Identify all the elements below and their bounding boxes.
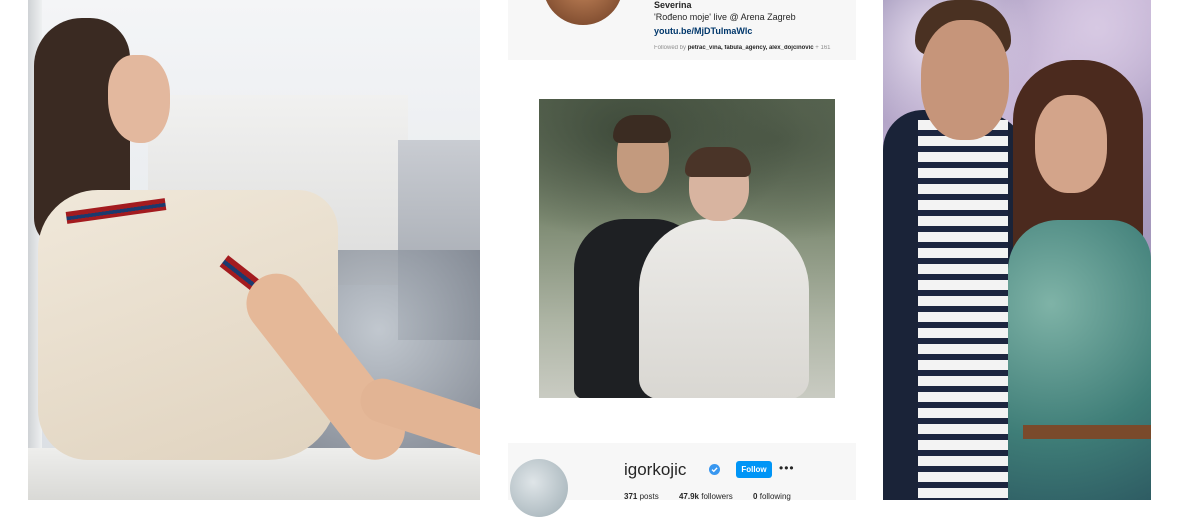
profile-name: Severina bbox=[654, 0, 692, 10]
followed-by-prefix: Followed by bbox=[654, 45, 688, 51]
profile-card-bottom: igorkojic Follow ••• 371 posts 47.9k fol… bbox=[508, 443, 856, 517]
man-head bbox=[921, 20, 1009, 140]
followed-by-text: Followed by petrac_vina, fabula_agency, … bbox=[654, 45, 864, 51]
profile-bio: 'Rođeno moje' live @ Arena Zagreb bbox=[654, 12, 796, 22]
avatar[interactable] bbox=[510, 459, 568, 517]
verified-badge-icon bbox=[709, 464, 720, 475]
woman-floral-dress bbox=[1008, 220, 1151, 500]
avatar[interactable] bbox=[543, 0, 623, 25]
more-options-icon[interactable]: ••• bbox=[779, 462, 795, 474]
profile-card-top: Severina 'Rođeno moje' live @ Arena Zagr… bbox=[508, 0, 856, 60]
follow-button[interactable]: Follow bbox=[736, 461, 772, 478]
photo-couple-event bbox=[883, 0, 1151, 500]
wedding-photo bbox=[539, 99, 835, 398]
bride-dress bbox=[639, 219, 809, 398]
instagram-screenshot-panel: Severina 'Rođeno moje' live @ Arena Zagr… bbox=[480, 0, 883, 517]
followed-by-users[interactable]: petrac_vina, fabula_agency, alex_dojcino… bbox=[688, 45, 814, 51]
profile-link[interactable]: youtu.be/MjDTulmaWlc bbox=[654, 26, 752, 36]
photo-woman-window bbox=[28, 0, 480, 500]
profile-username[interactable]: igorkojic bbox=[624, 460, 686, 480]
woman-belt bbox=[1023, 425, 1151, 439]
bride-hair bbox=[685, 147, 751, 177]
groom-hair bbox=[613, 115, 671, 143]
woman-face bbox=[1035, 95, 1107, 193]
followed-by-suffix: + 161 bbox=[813, 45, 831, 51]
woman-face bbox=[108, 55, 170, 143]
man-striped-hoodie bbox=[918, 120, 1008, 500]
